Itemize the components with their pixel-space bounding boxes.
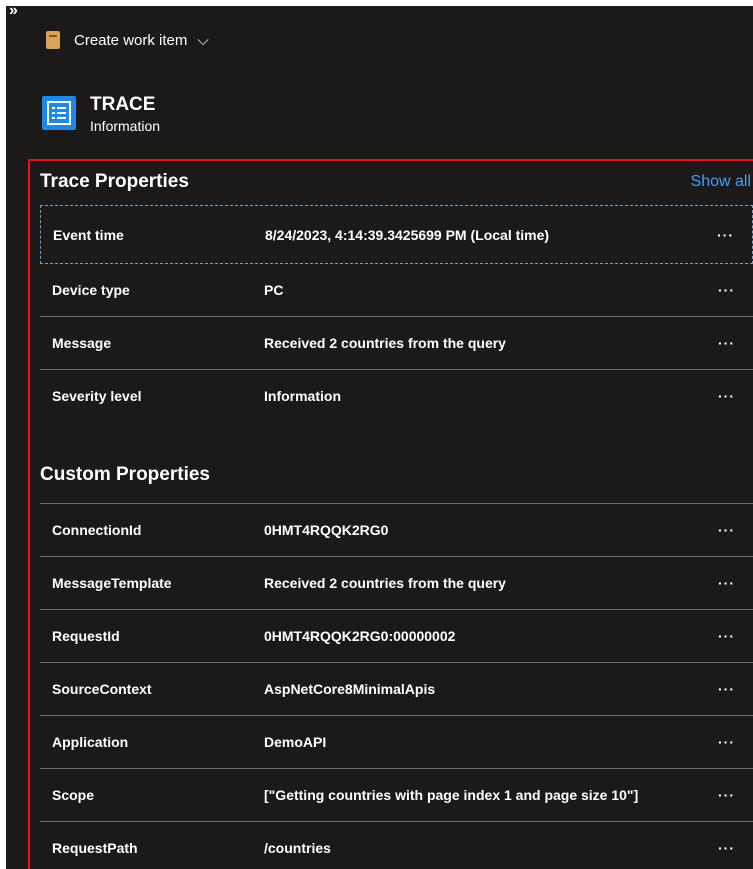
- details-panel: » Create work item ⌵ TRACE Information T…: [6, 6, 753, 869]
- property-name: Message: [52, 335, 112, 351]
- create-work-item-label: Create work item: [74, 31, 188, 49]
- more-options-icon[interactable]: ···: [718, 822, 735, 869]
- more-options-icon[interactable]: ···: [718, 504, 735, 556]
- more-options-icon[interactable]: ···: [718, 557, 735, 609]
- more-options-icon[interactable]: ···: [717, 206, 734, 263]
- table-row[interactable]: SourceContext AspNetCore8MinimalApis ···: [40, 663, 753, 716]
- table-row[interactable]: Severity level Information ···: [40, 370, 753, 422]
- custom-properties-heading: Custom Properties: [40, 464, 210, 485]
- property-name: Severity level: [52, 388, 142, 404]
- chevron-down-icon: ⌵: [197, 31, 209, 49]
- table-row[interactable]: Scope ["Getting countries with page inde…: [40, 769, 753, 822]
- property-value: 8/24/2023, 4:14:39.3425699 PM (Local tim…: [265, 226, 550, 243]
- show-all-link[interactable]: Show all: [691, 173, 751, 191]
- table-row[interactable]: RequestPath /countries ···: [40, 822, 753, 869]
- more-options-icon[interactable]: ···: [718, 663, 735, 715]
- property-name: RequestPath: [52, 840, 138, 856]
- more-options-icon[interactable]: ···: [718, 264, 735, 316]
- page-title: TRACE: [90, 94, 156, 115]
- property-name: RequestId: [52, 628, 120, 644]
- property-value: ["Getting countries with page index 1 an…: [264, 787, 639, 803]
- more-options-icon[interactable]: ···: [718, 769, 735, 821]
- property-value: Received 2 countries from the query: [264, 335, 506, 351]
- custom-properties-list: ConnectionId 0HMT4RQQK2RG0 ··· MessageTe…: [40, 503, 753, 869]
- more-options-icon[interactable]: ···: [718, 610, 735, 662]
- table-row[interactable]: Message Received 2 countries from the qu…: [40, 317, 753, 370]
- property-name: MessageTemplate: [52, 575, 172, 591]
- create-work-item-button[interactable]: Create work item ⌵: [46, 28, 209, 52]
- more-options-icon[interactable]: ···: [718, 370, 735, 422]
- table-row[interactable]: Event time 8/24/2023, 4:14:39.3425699 PM…: [40, 205, 753, 264]
- page-header: TRACE Information: [42, 94, 160, 136]
- property-name: ConnectionId: [52, 522, 142, 538]
- table-row[interactable]: Application DemoAPI ···: [40, 716, 753, 769]
- trace-list-icon: [42, 96, 76, 130]
- property-name: Event time: [53, 226, 124, 243]
- property-value: PC: [264, 282, 284, 298]
- page-subtitle: Information: [90, 118, 161, 134]
- trace-properties-list: Event time 8/24/2023, 4:14:39.3425699 PM…: [40, 205, 753, 422]
- table-row[interactable]: ConnectionId 0HMT4RQQK2RG0 ···: [40, 503, 753, 557]
- table-row[interactable]: RequestId 0HMT4RQQK2RG0:00000002 ···: [40, 610, 753, 663]
- property-value: 0HMT4RQQK2RG0: [264, 522, 389, 538]
- trace-properties-heading: Trace Properties: [40, 171, 189, 192]
- more-options-icon[interactable]: ···: [718, 317, 735, 369]
- property-name: SourceContext: [52, 681, 152, 697]
- property-value: DemoAPI: [264, 734, 327, 750]
- more-options-icon[interactable]: ···: [718, 716, 735, 768]
- property-value: 0HMT4RQQK2RG0:00000002: [264, 628, 456, 644]
- property-name: Device type: [52, 282, 130, 298]
- expand-icon[interactable]: »: [9, 6, 18, 20]
- property-value: AspNetCore8MinimalApis: [264, 681, 436, 697]
- table-row[interactable]: Device type PC ···: [40, 264, 753, 317]
- property-value: Information: [264, 388, 341, 404]
- work-item-icon: [46, 31, 60, 49]
- table-row[interactable]: MessageTemplate Received 2 countries fro…: [40, 557, 753, 610]
- property-name: Application: [52, 734, 129, 750]
- property-value: Received 2 countries from the query: [264, 575, 506, 591]
- property-name: Scope: [52, 787, 95, 803]
- property-value: /countries: [264, 840, 331, 856]
